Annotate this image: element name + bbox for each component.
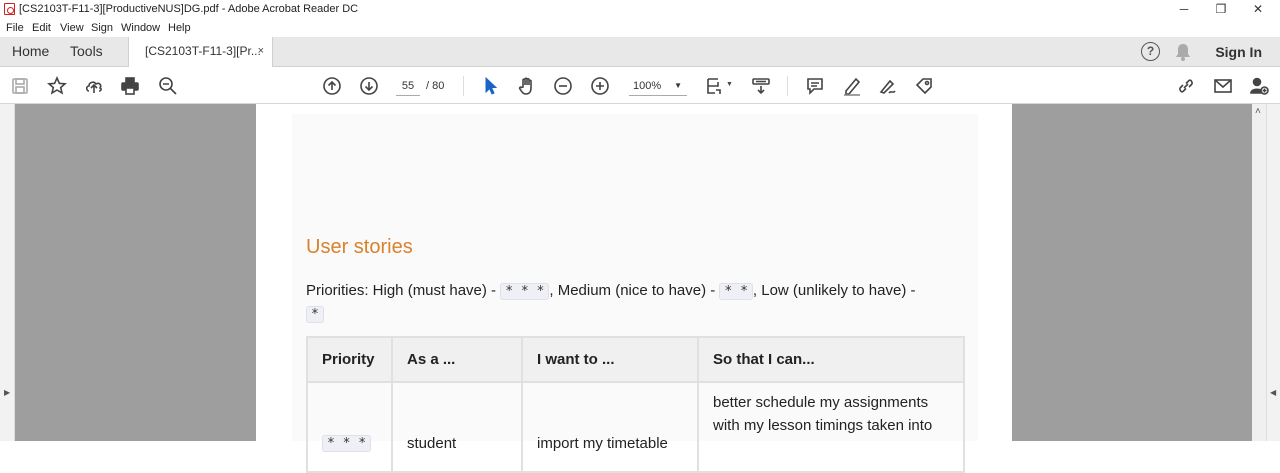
scroll-mode-icon[interactable] (749, 74, 773, 98)
window-title: [CS2103T-F11-3][ProductiveNUS]DG.pdf - A… (19, 3, 359, 15)
header-priority: Priority (306, 336, 393, 383)
sign-in-button[interactable]: Sign In (1215, 37, 1262, 67)
email-icon[interactable] (1211, 74, 1235, 98)
medium-priority-code: * * (719, 283, 753, 300)
menu-file[interactable]: File (6, 22, 24, 34)
zoom-out-icon[interactable] (551, 74, 575, 98)
vertical-scrollbar[interactable]: ˄ (1252, 104, 1266, 441)
previous-page-icon[interactable] (320, 74, 344, 98)
header-want: I want to ... (521, 336, 699, 383)
cell-want: import my timetable (521, 381, 699, 473)
menu-window[interactable]: Window (121, 22, 160, 34)
fill-sign-icon[interactable] (876, 74, 900, 98)
high-priority-code: * * * (500, 283, 550, 300)
minimize-button[interactable]: ─ (1166, 0, 1202, 19)
low-priority-code: * (306, 306, 324, 323)
chevron-down-icon: ▼ (674, 81, 682, 90)
page-total: / 80 (426, 80, 445, 92)
expand-right-icon[interactable]: ◀ (1270, 388, 1276, 397)
low-label: , Low (unlikely to have) - (752, 282, 916, 299)
user-stories-table: Priority As a ... I want to ... So that … (306, 336, 965, 473)
toolbar-divider (787, 76, 788, 96)
toolbar: 55 / 80 100% ▼ ▼ (0, 67, 1280, 104)
cell-priority: * * * (306, 381, 393, 473)
zoom-in-icon[interactable] (588, 74, 612, 98)
notification-bell-icon[interactable] (1175, 43, 1191, 61)
menu-help[interactable]: Help (168, 22, 191, 34)
toolbar-divider (463, 76, 464, 96)
zoom-search-icon[interactable] (156, 74, 180, 98)
tab-bar: Home Tools [CS2103T-F11-3][Pr... × ? Sig… (0, 37, 1280, 67)
tab-document[interactable]: [CS2103T-F11-3][Pr... × (128, 37, 273, 67)
tab-tools[interactable]: Tools (70, 37, 103, 67)
cell-so-that: better schedule my assignments with my l… (697, 381, 965, 473)
comment-icon[interactable] (803, 74, 827, 98)
print-icon[interactable] (118, 74, 142, 98)
page-number-input[interactable]: 55 (396, 76, 420, 96)
tab-home[interactable]: Home (12, 37, 49, 67)
star-icon[interactable] (45, 74, 69, 98)
help-icon[interactable]: ? (1141, 42, 1160, 61)
section-heading: User stories (306, 236, 413, 258)
scroll-up-icon[interactable]: ˄ (1255, 106, 1261, 117)
menu-bar: File Edit View Sign Window Help (0, 19, 1280, 37)
save-icon[interactable] (8, 74, 32, 98)
menu-sign[interactable]: Sign (91, 22, 113, 34)
next-page-icon[interactable] (357, 74, 381, 98)
upload-cloud-icon[interactable] (82, 74, 106, 98)
close-tab-icon[interactable]: × (258, 37, 264, 66)
add-user-icon[interactable] (1247, 74, 1271, 98)
right-panel-toggle[interactable]: ◀ (1266, 104, 1280, 441)
zoom-level-select[interactable]: 100% ▼ (629, 76, 687, 96)
fit-chevron-down-icon[interactable]: ▼ (726, 81, 733, 88)
menu-view[interactable]: View (60, 22, 84, 34)
hand-tool-icon[interactable] (515, 74, 539, 98)
left-panel-toggle[interactable]: ▶ (0, 104, 15, 441)
table-row: * * * student import my timetable better… (306, 381, 965, 473)
title-bar: [CS2103T-F11-3][ProductiveNUS]DG.pdf - A… (0, 0, 1280, 19)
table-header-row: Priority As a ... I want to ... So that … (306, 336, 965, 383)
pdf-file-icon (4, 3, 15, 15)
header-so-that: So that I can... (697, 336, 965, 383)
tag-more-tools-icon[interactable] (912, 74, 936, 98)
select-pointer-icon[interactable] (479, 74, 503, 98)
cell-as-a: student (391, 381, 523, 473)
highlight-pen-icon[interactable] (840, 74, 864, 98)
expand-left-icon[interactable]: ▶ (4, 388, 10, 397)
fit-page-icon[interactable] (703, 74, 727, 98)
close-window-button[interactable]: ✕ (1240, 0, 1276, 19)
priorities-legend: Priorities: High (must have) - * * *, Me… (306, 280, 956, 326)
priority-code: * * * (322, 435, 372, 452)
priorities-label: Priorities: High (must have) - (306, 282, 501, 299)
tab-document-label: [CS2103T-F11-3][Pr... (145, 44, 261, 58)
zoom-level-value: 100% (633, 80, 662, 92)
share-link-icon[interactable] (1174, 74, 1198, 98)
menu-edit[interactable]: Edit (32, 22, 51, 34)
header-as-a: As a ... (391, 336, 523, 383)
document-viewer: ▶ User stories Priorities: High (must ha… (0, 104, 1280, 473)
pdf-page: User stories Priorities: High (must have… (256, 104, 1012, 473)
restore-button[interactable]: ❐ (1203, 0, 1239, 19)
medium-label: , Medium (nice to have) - (549, 282, 720, 299)
